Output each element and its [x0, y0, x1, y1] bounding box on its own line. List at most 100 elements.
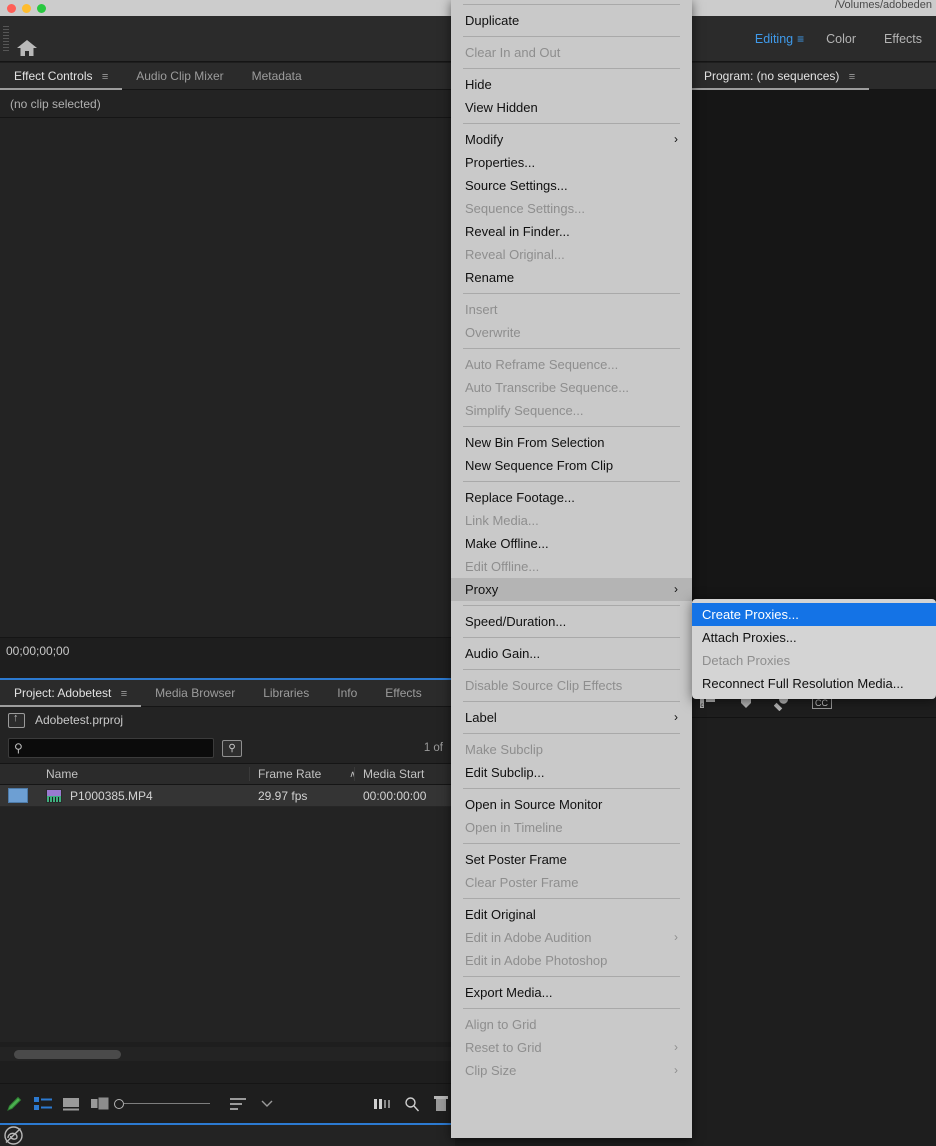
find-icon[interactable]: [398, 1084, 427, 1124]
tab-effects-panel[interactable]: Effects: [371, 680, 435, 707]
menu-item-open-in-source-monitor[interactable]: Open in Source Monitor: [451, 793, 692, 816]
menu-item-reset-to-grid: Reset to Grid ›: [451, 1036, 692, 1059]
row-name-cell[interactable]: P1000385.MP4: [38, 788, 250, 803]
menu-item-set-poster-frame[interactable]: Set Poster Frame: [451, 848, 692, 871]
tab-project[interactable]: Project: Adobetest ≡: [0, 680, 142, 707]
column-header-frame-rate[interactable]: Frame Rate ∧: [250, 767, 355, 781]
maximize-window-button[interactable]: [37, 3, 46, 13]
menu-item-replace-footage[interactable]: Replace Footage...: [451, 486, 692, 509]
menu-item-speed-duration[interactable]: Speed/Duration...: [451, 610, 692, 633]
minimize-window-button[interactable]: [22, 3, 31, 13]
drag-grip[interactable]: [3, 26, 9, 52]
menu-item-reveal-in-finder[interactable]: Reveal in Finder...: [451, 220, 692, 243]
column-header-media-start[interactable]: Media Start: [355, 767, 455, 781]
menu-item-modify[interactable]: Modify ›: [451, 128, 692, 151]
menu-separator: [463, 426, 680, 427]
tab-media-browser[interactable]: Media Browser: [141, 680, 249, 707]
menu-item-view-hidden[interactable]: View Hidden: [451, 96, 692, 119]
project-panel-menu-icon[interactable]: ≡: [121, 688, 127, 700]
window-title-path: /Volumes/adobeden: [834, 0, 932, 11]
menu-item-new-sequence-from-clip[interactable]: New Sequence From Clip: [451, 454, 692, 477]
row-name-label: P1000385.MP4: [70, 788, 153, 803]
close-window-button[interactable]: [7, 3, 16, 13]
zoom-slider-track[interactable]: [124, 1103, 211, 1104]
menu-item-clear-in-and-out: Clear In and Out: [451, 41, 692, 64]
menu-item-source-settings[interactable]: Source Settings...: [451, 174, 692, 197]
tab-metadata[interactable]: Metadata: [238, 63, 316, 90]
menu-item-rename[interactable]: Rename: [451, 266, 692, 289]
zoom-slider[interactable]: [114, 1098, 211, 1109]
freeform-view-icon[interactable]: [86, 1084, 115, 1124]
home-icon[interactable]: [16, 38, 38, 58]
menu-separator: [463, 4, 680, 5]
workspace-tab-color[interactable]: Color: [812, 32, 870, 46]
row-frame-rate-cell: 29.97 fps: [258, 788, 308, 803]
project-table-header: Name Frame Rate ∧ Media Start: [0, 763, 455, 785]
panel-menu-icon[interactable]: ≡: [102, 71, 108, 83]
menu-item-make-offline[interactable]: Make Offline...: [451, 532, 692, 555]
tab-audio-clip-mixer[interactable]: Audio Clip Mixer: [122, 63, 237, 90]
proxy-submenu[interactable]: Create Proxies... Attach Proxies... Detach…: [692, 599, 936, 699]
menu-item-export-media[interactable]: Export Media...: [451, 981, 692, 1004]
tab-effect-controls[interactable]: Effect Controls ≡: [0, 63, 123, 90]
tab-libraries[interactable]: Libraries: [249, 680, 323, 707]
workspace-tab-effects[interactable]: Effects: [870, 32, 936, 46]
submenu-item-detach-proxies: Detach Proxies: [702, 653, 791, 668]
program-panel-menu-icon[interactable]: ≡: [849, 71, 855, 83]
menu-item-sequence-settings: Sequence Settings...: [451, 197, 692, 220]
project-horizontal-scrollbar[interactable]: [0, 1047, 455, 1061]
list-view-icon[interactable]: [29, 1084, 58, 1124]
find-button[interactable]: ⚲: [222, 739, 242, 757]
clip-context-menu[interactable]: Duplicate Clear In and Out Hide View Hidden…: [451, 0, 692, 1138]
menu-item-audio-gain[interactable]: Audio Gain...: [451, 642, 692, 665]
thumbnail-size-icon[interactable]: [369, 1084, 398, 1124]
menu-item-properties[interactable]: Properties...: [451, 151, 692, 174]
pen-icon[interactable]: [0, 1084, 29, 1124]
search-icon: ⚲: [14, 741, 23, 755]
chevron-right-icon: ›: [674, 582, 678, 596]
menu-item-label: Reveal Original...: [465, 247, 565, 262]
table-row[interactable]: P1000385.MP4 29.97 fps 00:00:00:00: [0, 785, 455, 807]
menu-item-edit-in-adobe-photoshop: Edit in Adobe Photoshop: [451, 949, 692, 972]
menu-item-label: Edit in Adobe Audition: [465, 930, 592, 945]
creative-cloud-icon[interactable]: [4, 1126, 23, 1145]
effect-controls-timecode[interactable]: 00;00;00;00: [0, 638, 454, 664]
menu-item-duplicate[interactable]: Duplicate: [451, 9, 692, 32]
tab-project-label: Project: Adobetest: [14, 685, 112, 700]
scrollbar-thumb[interactable]: [14, 1050, 121, 1059]
program-monitor-divider: [690, 717, 936, 718]
window-controls[interactable]: [7, 3, 46, 13]
program-monitor-video-area[interactable]: [690, 90, 936, 613]
clip-color-swatch[interactable]: [8, 788, 28, 803]
menu-item-hide[interactable]: Hide: [451, 73, 692, 96]
project-empty-area[interactable]: [0, 807, 455, 1042]
menu-item-edit-subclip[interactable]: Edit Subclip...: [451, 761, 692, 784]
menu-item-proxy[interactable]: Proxy ›: [451, 578, 692, 601]
search-input[interactable]: [22, 741, 193, 755]
menu-item-new-bin-from-selection[interactable]: New Bin From Selection: [451, 431, 692, 454]
menu-item-label[interactable]: Label ›: [451, 706, 692, 729]
menu-item-label: Simplify Sequence...: [465, 403, 584, 418]
workspace-menu-icon[interactable]: ≡: [797, 32, 812, 46]
column-header-name[interactable]: Name: [38, 767, 250, 781]
item-count-label: 1 of: [423, 742, 443, 754]
zoom-slider-knob[interactable]: [114, 1098, 125, 1109]
icon-view-icon[interactable]: [57, 1084, 86, 1124]
chevron-right-icon: ›: [674, 1063, 678, 1077]
menu-item-insert: Insert: [451, 298, 692, 321]
workspace-tabs[interactable]: Editing ≡ Color Effects: [741, 16, 936, 62]
sort-icon[interactable]: [224, 1084, 253, 1124]
menu-item-label: Make Subclip: [465, 742, 544, 757]
menu-separator: [463, 36, 680, 37]
submenu-item-attach-proxies[interactable]: Attach Proxies...: [692, 626, 936, 649]
submenu-item-reconnect-full-resolution-media[interactable]: Reconnect Full Resolution Media...: [692, 672, 936, 695]
menu-item-edit-original[interactable]: Edit Original: [451, 903, 692, 926]
parent-bin-icon[interactable]: [8, 712, 25, 728]
chevron-down-icon[interactable]: [253, 1084, 282, 1124]
submenu-item-create-proxies[interactable]: Create Proxies...: [692, 603, 936, 626]
row-color-swatch-cell[interactable]: [0, 788, 38, 803]
tab-info[interactable]: Info: [323, 680, 371, 707]
tab-program-monitor[interactable]: Program: (no sequences) ≡: [690, 63, 870, 90]
search-input-wrapper[interactable]: ⚲: [8, 738, 214, 758]
menu-item-auto-transcribe-sequence: Auto Transcribe Sequence...: [451, 376, 692, 399]
